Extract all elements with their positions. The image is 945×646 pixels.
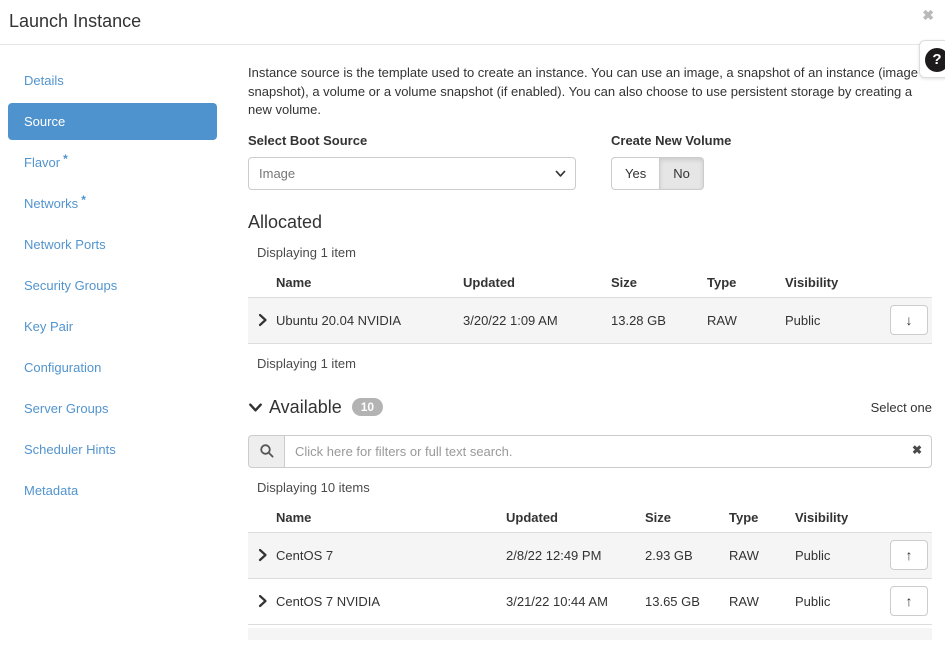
image-updated: 3/21/22 10:44 AM — [506, 594, 645, 609]
sidebar-item-network-ports[interactable]: Network Ports — [8, 226, 217, 263]
expand-row-icon[interactable] — [248, 593, 276, 609]
source-step-panel: Instance source is the template used to … — [248, 45, 932, 640]
search-addon — [248, 435, 284, 468]
available-heading: Available — [269, 397, 342, 418]
boot-source-label: Select Boot Source — [248, 133, 576, 148]
sidebar-item-networks[interactable]: Networks* — [8, 185, 217, 222]
available-table: Name Updated Size Type Visibility CentOS… — [248, 503, 932, 640]
allocate-arrow-up-button[interactable]: ↑ — [890, 540, 928, 570]
sidebar-item-server-groups[interactable]: Server Groups — [8, 390, 217, 427]
sidebar-item-security-groups[interactable]: Security Groups — [8, 267, 217, 304]
allocate-arrow-up-button[interactable]: ↑ — [890, 586, 928, 616]
select-one-hint: Select one — [871, 400, 932, 415]
dialog-header: Launch Instance ✖ — [0, 0, 945, 45]
create-volume-label: Create New Volume — [611, 133, 731, 148]
volume-no-button[interactable]: No — [659, 157, 704, 190]
image-type: RAW — [707, 313, 785, 328]
sidebar-item-metadata[interactable]: Metadata — [8, 472, 217, 509]
collapse-chevron-down-icon[interactable] — [248, 400, 263, 415]
dialog-title: Launch Instance — [9, 11, 141, 32]
boot-source-select[interactable]: Image — [248, 157, 576, 190]
image-type: RAW — [729, 548, 795, 563]
sidebar-item-source[interactable]: Source — [8, 103, 217, 140]
col-type: Type — [707, 275, 785, 290]
image-size: 13.65 GB — [645, 594, 729, 609]
table-row: CentOS 7 NVIDIA 3/21/22 10:44 AM 13.65 G… — [248, 579, 932, 625]
allocated-heading: Allocated — [248, 212, 932, 233]
available-table-header: Name Updated Size Type Visibility — [248, 503, 932, 533]
image-visibility: Public — [795, 594, 871, 609]
image-name: CentOS 7 — [276, 548, 506, 563]
allocated-table-header: Name Updated Size Type Visibility — [248, 268, 932, 298]
sidebar-item-key-pair[interactable]: Key Pair — [8, 308, 217, 345]
help-icon[interactable]: ? — [925, 48, 945, 72]
wizard-nav: Details Source Flavor* Networks* Network… — [8, 62, 217, 513]
col-type: Type — [729, 510, 795, 525]
allocated-count-bottom: Displaying 1 item — [248, 356, 932, 371]
source-description: Instance source is the template used to … — [248, 64, 932, 120]
col-size: Size — [611, 275, 707, 290]
sidebar-item-details[interactable]: Details — [8, 62, 217, 99]
boot-source-group: Select Boot Source Image — [248, 133, 576, 190]
filter-search-bar: ✖ — [248, 435, 932, 468]
image-updated: 3/20/22 1:09 AM — [463, 313, 611, 328]
clear-search-icon[interactable]: ✖ — [912, 444, 922, 456]
search-input[interactable] — [284, 435, 932, 468]
allocated-table: Name Updated Size Type Visibility Ubuntu… — [248, 268, 932, 344]
image-size: 13.28 GB — [611, 313, 707, 328]
launch-instance-dialog: Launch Instance ✖ ? Details Source Flavo… — [0, 0, 945, 646]
search-icon — [259, 443, 275, 459]
create-volume-toggle: Yes No — [611, 157, 731, 190]
col-updated: Updated — [463, 275, 611, 290]
required-asterisk: * — [63, 152, 68, 166]
table-row: CentOS 7 2/8/22 12:49 PM 2.93 GB RAW Pub… — [248, 533, 932, 579]
image-type: RAW — [729, 594, 795, 609]
help-panel: ? — [919, 40, 945, 78]
image-updated: 2/8/22 12:49 PM — [506, 548, 645, 563]
image-size: 2.93 GB — [645, 548, 729, 563]
col-visibility: Visibility — [795, 510, 871, 525]
sidebar-item-scheduler-hints[interactable]: Scheduler Hints — [8, 431, 217, 468]
image-name: Ubuntu 20.04 NVIDIA — [276, 313, 463, 328]
deallocate-arrow-down-button[interactable]: ↓ — [890, 305, 928, 335]
boot-source-select-wrap: Image — [248, 157, 576, 190]
table-row-partial — [248, 628, 932, 640]
image-name: CentOS 7 NVIDIA — [276, 594, 506, 609]
col-updated: Updated — [506, 510, 645, 525]
col-name: Name — [276, 275, 463, 290]
expand-row-icon[interactable] — [248, 547, 276, 563]
image-visibility: Public — [795, 548, 871, 563]
sidebar-item-flavor[interactable]: Flavor* — [8, 144, 217, 181]
close-icon[interactable]: ✖ — [922, 8, 934, 22]
volume-yes-button[interactable]: Yes — [611, 157, 659, 190]
table-row: Ubuntu 20.04 NVIDIA 3/20/22 1:09 AM 13.2… — [248, 298, 932, 344]
available-section-header: Available 10 Select one — [248, 397, 932, 418]
boot-source-form-row: Select Boot Source Image Create New Volu… — [248, 133, 932, 190]
available-count-badge: 10 — [352, 398, 383, 416]
create-volume-group: Create New Volume Yes No — [611, 133, 731, 190]
col-size: Size — [645, 510, 729, 525]
col-name: Name — [276, 510, 506, 525]
available-count: Displaying 10 items — [248, 480, 932, 495]
allocated-count-top: Displaying 1 item — [248, 245, 932, 260]
col-visibility: Visibility — [785, 275, 871, 290]
expand-row-icon[interactable] — [248, 312, 276, 328]
image-visibility: Public — [785, 313, 871, 328]
required-asterisk: * — [81, 193, 86, 207]
sidebar-item-configuration[interactable]: Configuration — [8, 349, 217, 386]
